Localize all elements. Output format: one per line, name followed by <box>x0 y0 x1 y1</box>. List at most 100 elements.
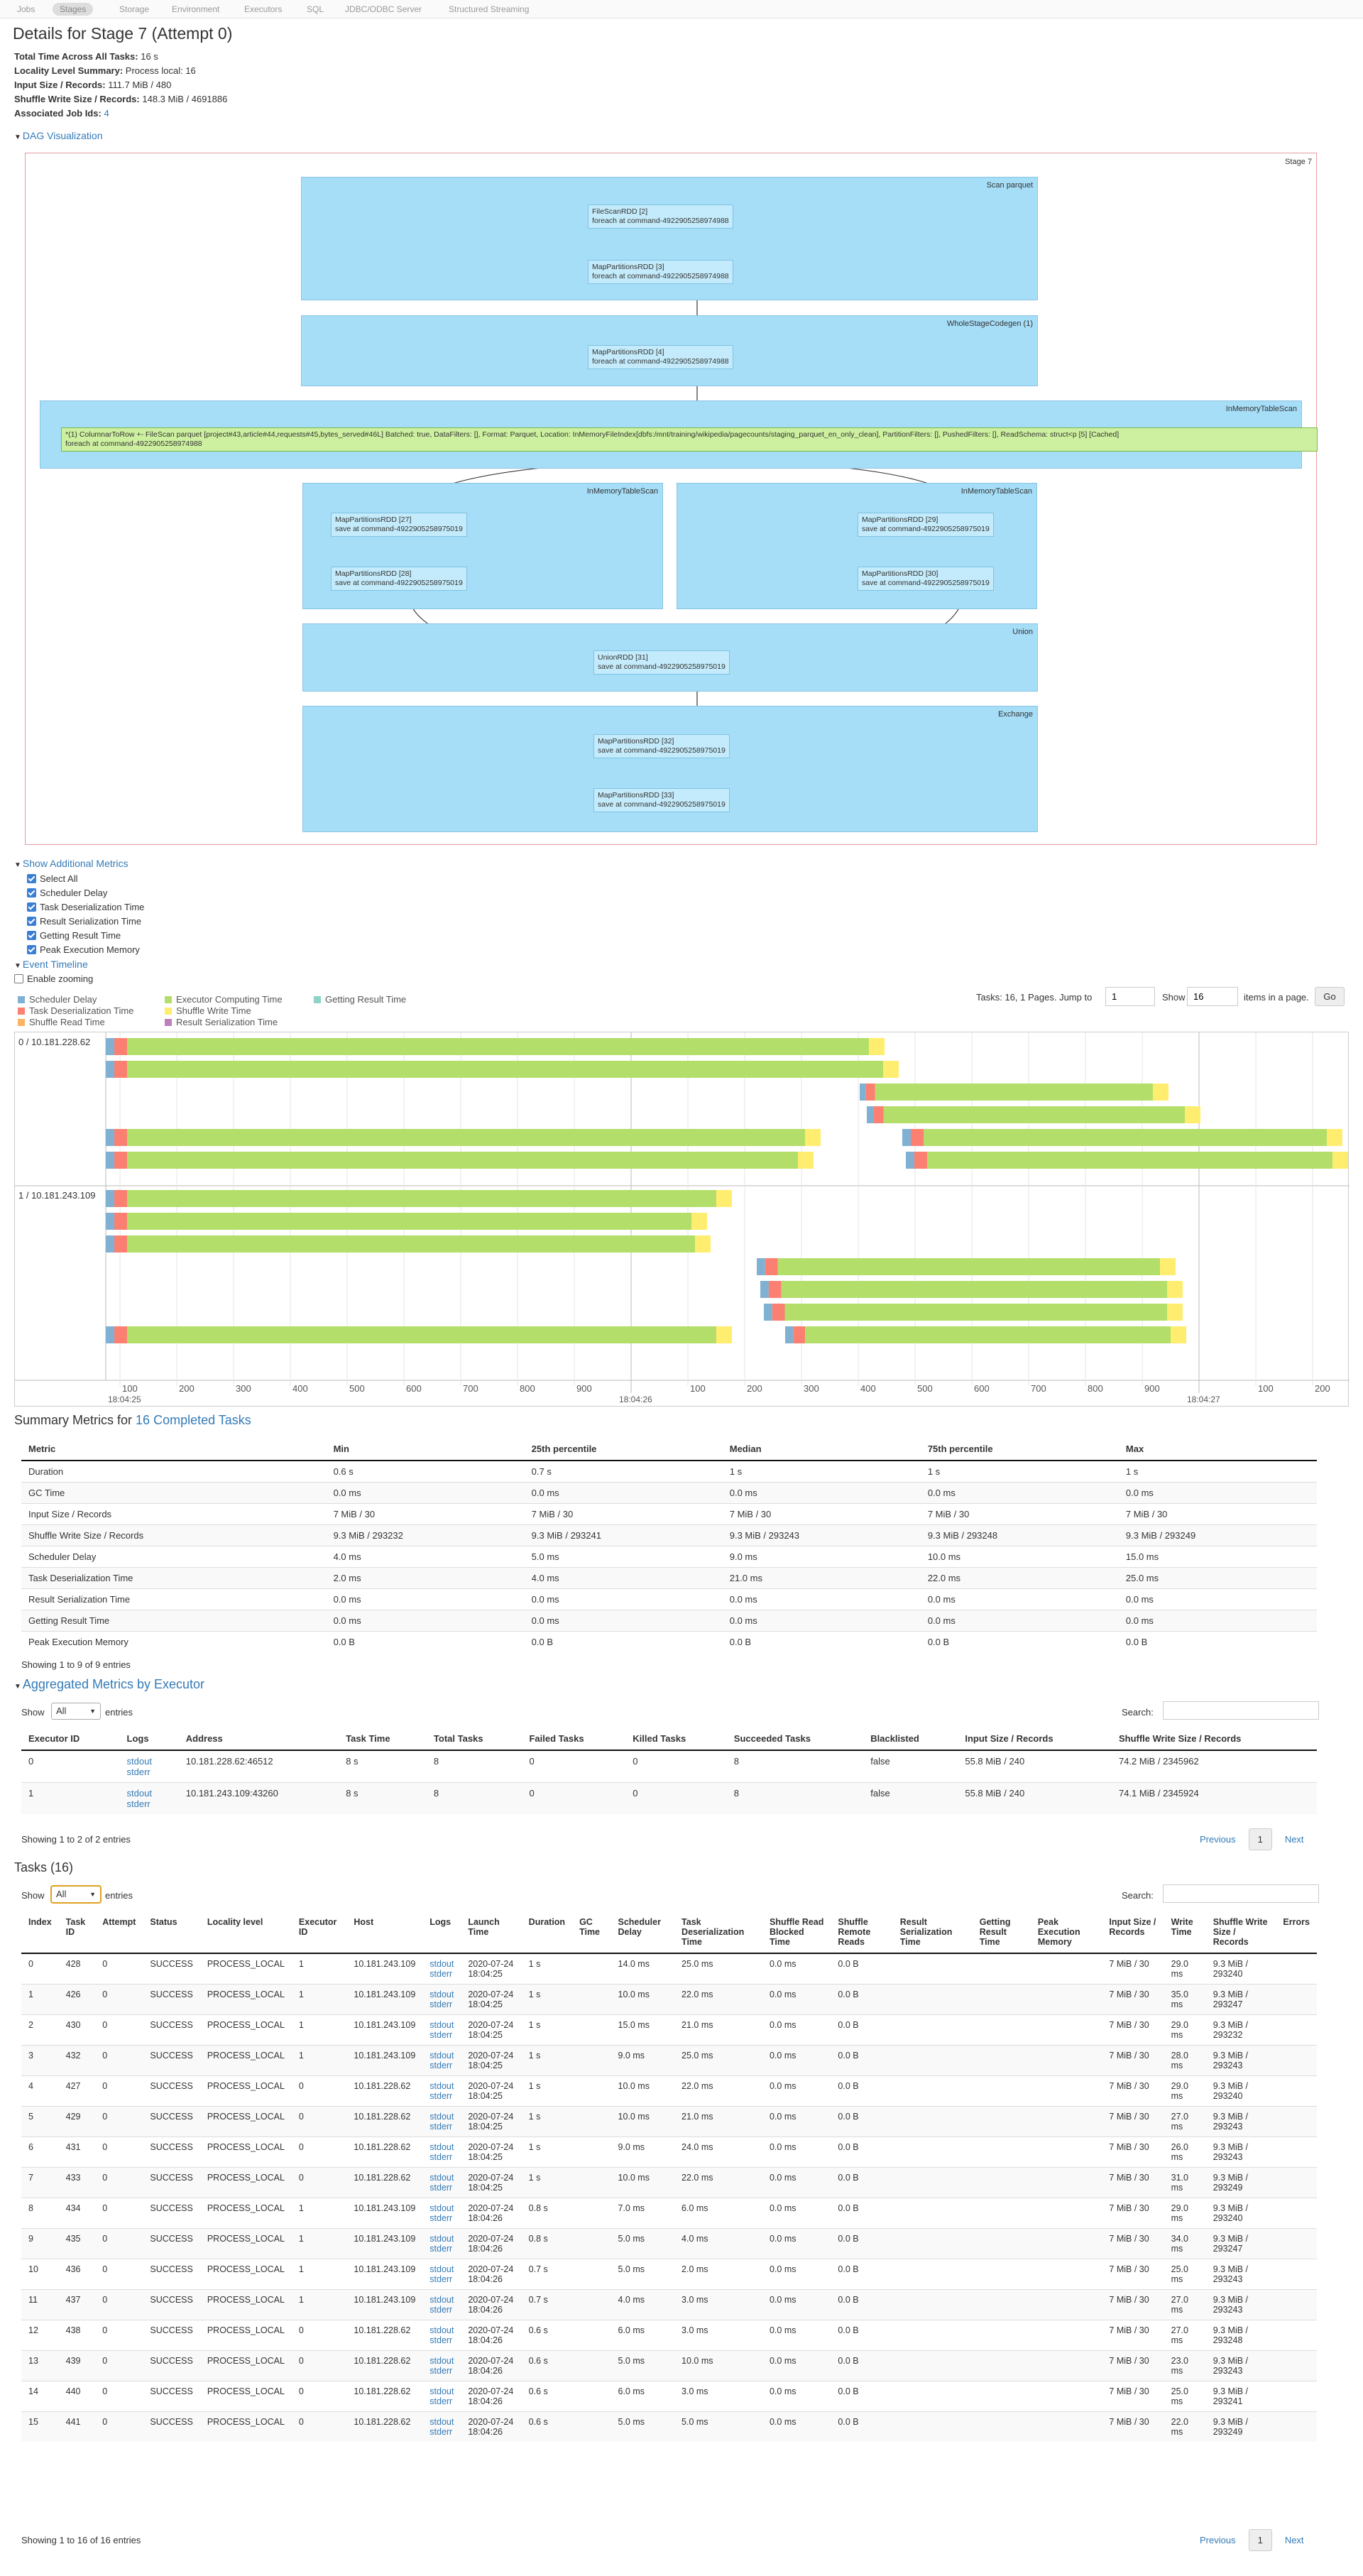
stdout-link[interactable]: stdout <box>429 2264 454 2274</box>
column-header[interactable]: Min <box>326 1438 525 1461</box>
task-bar-segment[interactable] <box>127 1190 716 1207</box>
nav-tab-sql[interactable]: SQL <box>300 3 331 16</box>
task-bar-segment[interactable] <box>772 1304 785 1321</box>
checkbox-task-deserialization[interactable]: Task Deserialization Time <box>27 902 144 912</box>
task-bar-segment[interactable] <box>860 1084 866 1101</box>
task-bar-segment[interactable] <box>1167 1281 1183 1298</box>
stderr-link[interactable]: stderr <box>429 1999 454 2009</box>
stdout-link[interactable]: stdout <box>429 2142 454 2152</box>
column-header[interactable]: Blacklisted <box>863 1728 958 1751</box>
task-bar-segment[interactable] <box>865 1084 875 1101</box>
stdout-link[interactable]: stdout <box>429 2020 454 2030</box>
task-bar-segment[interactable] <box>716 1190 732 1207</box>
column-header[interactable]: Median <box>722 1438 921 1461</box>
column-header[interactable]: Shuffle Write Size / Records <box>1111 1728 1317 1751</box>
column-header[interactable]: Executor ID <box>291 1911 347 1954</box>
task-bar-segment[interactable] <box>1153 1084 1168 1101</box>
stderr-link[interactable]: stderr <box>429 2030 454 2040</box>
task-bar-segment[interactable] <box>911 1129 924 1146</box>
stderr-link[interactable]: stderr <box>429 2122 454 2132</box>
column-header[interactable]: Shuffle Write Size / Records <box>1205 1911 1276 1954</box>
event-timeline-toggle[interactable]: ▼ Event Timeline <box>14 959 88 970</box>
tasks-entries-select[interactable]: All ▼ <box>51 1886 101 1903</box>
stderr-link[interactable]: stderr <box>429 2396 454 2406</box>
dag-node-filescanrdd-2[interactable]: FileScanRDD [2] foreach at command-492290… <box>588 204 733 229</box>
task-bar-segment[interactable] <box>798 1152 814 1169</box>
stderr-link[interactable]: stderr <box>429 2213 454 2223</box>
stderr-link[interactable]: stderr <box>429 1969 454 1979</box>
task-bar-segment[interactable] <box>106 1213 114 1230</box>
stderr-link[interactable]: stderr <box>127 1799 172 1809</box>
stderr-link[interactable]: stderr <box>429 2183 454 2193</box>
task-bar-segment[interactable] <box>764 1304 772 1321</box>
dag-node-mappartitionsrdd-30[interactable]: MapPartitionsRDD [30] save at command-492… <box>858 567 994 591</box>
stdout-link[interactable]: stdout <box>429 2173 454 2183</box>
completed-tasks-link[interactable]: 16 Completed Tasks <box>136 1413 251 1427</box>
next-page-button[interactable]: Next <box>1285 1834 1304 1845</box>
column-header[interactable]: Index <box>21 1911 59 1954</box>
stderr-link[interactable]: stderr <box>429 2366 454 2376</box>
nav-tab-stages[interactable]: Stages <box>53 3 94 16</box>
column-header[interactable]: Task Time <box>339 1728 427 1751</box>
task-bar-segment[interactable] <box>106 1152 114 1169</box>
previous-page-button[interactable]: Previous <box>1200 1834 1236 1845</box>
task-bar-segment[interactable] <box>784 1304 1168 1321</box>
task-bar-segment[interactable] <box>765 1258 778 1275</box>
task-bar-segment[interactable] <box>875 1084 1153 1101</box>
column-header[interactable]: Locality level <box>199 1911 292 1954</box>
nav-tab-jobs[interactable]: Jobs <box>10 3 42 16</box>
column-header[interactable]: Failed Tasks <box>522 1728 626 1751</box>
task-bar-segment[interactable] <box>695 1235 711 1252</box>
task-bar-segment[interactable] <box>106 1326 114 1343</box>
checkbox-select-all[interactable]: Select All <box>27 873 77 884</box>
page-1-button[interactable]: 1 <box>1248 2529 1272 2551</box>
task-bar-segment[interactable] <box>127 1213 691 1230</box>
task-bar-segment[interactable] <box>106 1190 114 1207</box>
go-button[interactable]: Go <box>1315 987 1345 1006</box>
items-per-page-input[interactable] <box>1187 987 1238 1006</box>
dag-node-mappartitionsrdd-33[interactable]: MapPartitionsRDD [33] save at command-492… <box>593 788 730 812</box>
task-bar-segment[interactable] <box>785 1326 794 1343</box>
stdout-link[interactable]: stdout <box>429 2325 454 2335</box>
checkbox-result-serialization[interactable]: Result Serialization Time <box>27 916 141 927</box>
nav-tab-environment[interactable]: Environment <box>165 3 226 16</box>
task-bar-segment[interactable] <box>777 1258 1161 1275</box>
dag-visualization-toggle[interactable]: ▼ DAG Visualization <box>14 130 102 141</box>
task-bar-segment[interactable] <box>883 1061 899 1078</box>
task-bar-segment[interactable] <box>1171 1326 1186 1343</box>
column-header[interactable]: Result Serialization Time <box>892 1911 973 1954</box>
previous-page-button[interactable]: Previous <box>1200 2535 1236 2545</box>
task-bar-segment[interactable] <box>927 1152 1332 1169</box>
stderr-link[interactable]: stderr <box>429 2061 454 2070</box>
executor-entries-select[interactable]: All ▼ <box>51 1703 101 1720</box>
task-bar-segment[interactable] <box>805 1129 821 1146</box>
task-bar-segment[interactable] <box>914 1152 927 1169</box>
column-header[interactable]: Status <box>143 1911 200 1954</box>
aggregated-metrics-toggle[interactable]: ▼ Aggregated Metrics by Executor <box>14 1677 204 1692</box>
checkbox-getting-result-time[interactable]: Getting Result Time <box>27 930 121 941</box>
stdout-link[interactable]: stdout <box>429 2112 454 2122</box>
stderr-link[interactable]: stderr <box>429 2091 454 2101</box>
task-bar-segment[interactable] <box>760 1281 769 1298</box>
dag-node-unionrdd-31[interactable]: UnionRDD [31] save at command-49229052589… <box>593 650 730 675</box>
column-header[interactable]: 75th percentile <box>920 1438 1119 1461</box>
show-additional-metrics-toggle[interactable]: ▼ Show Additional Metrics <box>14 858 128 869</box>
task-bar-segment[interactable] <box>1185 1106 1200 1123</box>
task-bar-segment[interactable] <box>793 1326 806 1343</box>
task-bar-segment[interactable] <box>805 1326 1171 1343</box>
task-bar-segment[interactable] <box>127 1129 805 1146</box>
column-header[interactable]: Shuffle Remote Reads <box>831 1911 893 1954</box>
task-bar-segment[interactable] <box>906 1152 914 1169</box>
stdout-link[interactable]: stdout <box>429 2356 454 2366</box>
task-bar-segment[interactable] <box>691 1213 707 1230</box>
column-header[interactable]: Address <box>178 1728 339 1751</box>
dag-node-cached-filescan-5[interactable]: *(1) ColumnarToRow +- FileScan parquet [… <box>61 427 1318 452</box>
stdout-link[interactable]: stdout <box>429 2417 454 2427</box>
task-bar-segment[interactable] <box>127 1061 883 1078</box>
task-bar-segment[interactable] <box>114 1190 127 1207</box>
stderr-link[interactable]: stderr <box>429 2152 454 2162</box>
checkbox-scheduler-delay[interactable]: Scheduler Delay <box>27 888 107 898</box>
task-bar-segment[interactable] <box>127 1038 869 1055</box>
stdout-link[interactable]: stdout <box>127 1788 172 1799</box>
column-header[interactable]: Host <box>346 1911 423 1954</box>
